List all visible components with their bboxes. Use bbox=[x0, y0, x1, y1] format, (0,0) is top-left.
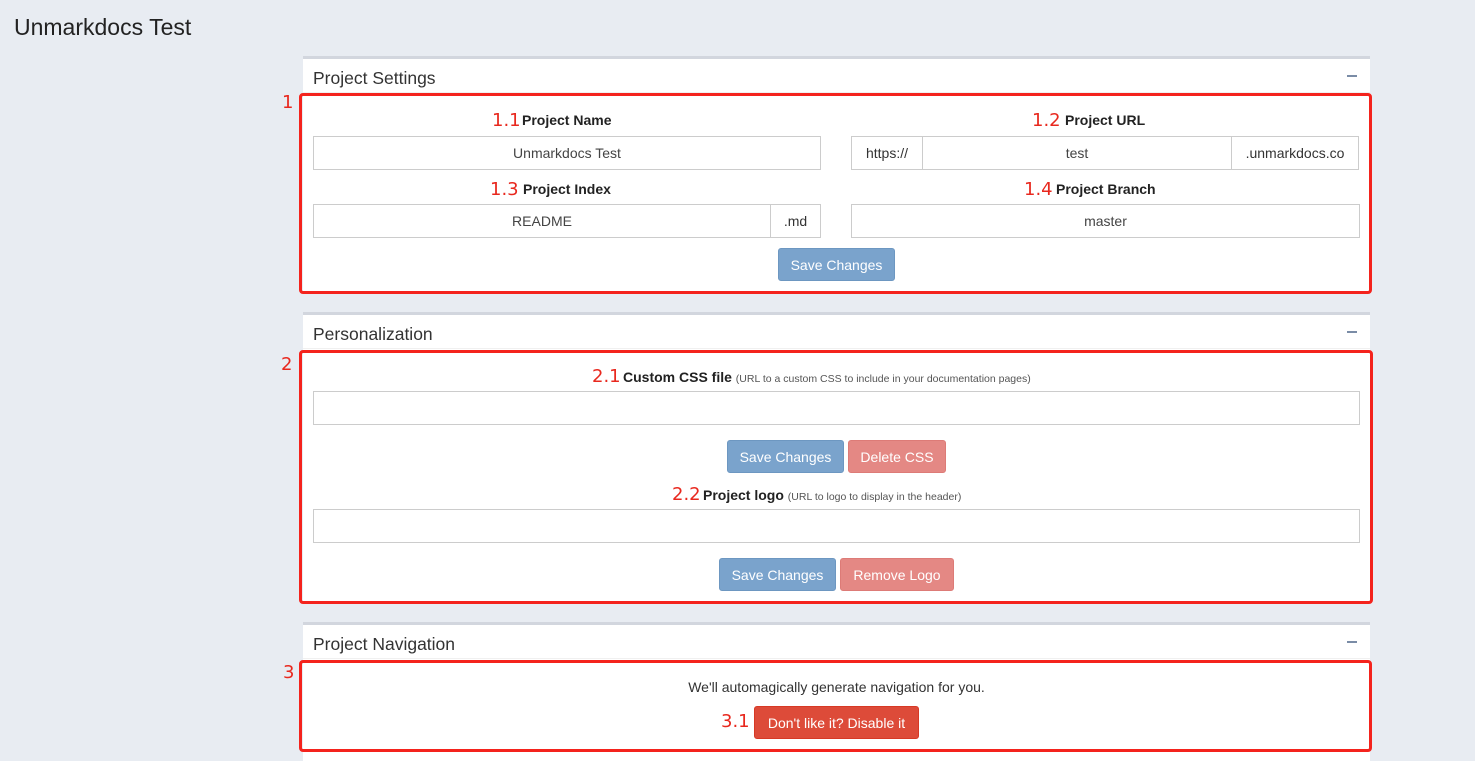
annotation-marker: 1.2 bbox=[1032, 110, 1061, 131]
project-url-input[interactable] bbox=[922, 136, 1232, 170]
custom-css-label: Custom CSS file (URL to a custom CSS to … bbox=[623, 369, 1031, 385]
url-suffix-addon: .unmarkdocs.co bbox=[1231, 136, 1359, 170]
collapse-icon[interactable] bbox=[1347, 75, 1357, 77]
project-name-label: Project Name bbox=[522, 112, 612, 128]
project-settings-title: Project Settings bbox=[313, 68, 436, 88]
personalization-header: Personalization bbox=[303, 315, 1370, 349]
remove-logo-button[interactable]: Remove Logo bbox=[840, 558, 954, 591]
index-suffix-addon: .md bbox=[770, 204, 821, 238]
custom-css-label-text: Custom CSS file bbox=[623, 369, 732, 385]
personalization-title: Personalization bbox=[313, 324, 433, 344]
disable-navigation-button[interactable]: Don't like it? Disable it bbox=[754, 706, 919, 739]
save-changes-button[interactable]: Save Changes bbox=[778, 248, 895, 281]
annotation-marker: 2 bbox=[281, 354, 293, 375]
custom-css-input[interactable] bbox=[313, 391, 1360, 425]
annotation-marker: 3.1 bbox=[721, 711, 750, 732]
project-branch-input[interactable] bbox=[851, 204, 1360, 238]
annotation-marker: 3 bbox=[283, 662, 295, 683]
project-branch-label: Project Branch bbox=[1056, 181, 1156, 197]
navigation-message: We'll automagically generate navigation … bbox=[688, 679, 985, 695]
custom-css-hint: (URL to a custom CSS to include in your … bbox=[735, 373, 1031, 385]
annotation-marker: 1 bbox=[282, 92, 294, 113]
project-logo-input[interactable] bbox=[313, 509, 1360, 543]
annotation-marker: 2.2 bbox=[672, 484, 701, 505]
project-navigation-header: Project Navigation bbox=[303, 625, 1370, 659]
project-index-label: Project Index bbox=[523, 181, 611, 197]
annotation-marker: 1.4 bbox=[1024, 179, 1053, 200]
page-title: Unmarkdocs Test bbox=[14, 14, 192, 40]
save-css-button[interactable]: Save Changes bbox=[727, 440, 844, 473]
annotation-marker: 1.3 bbox=[490, 179, 519, 200]
collapse-icon[interactable] bbox=[1347, 331, 1357, 333]
project-settings-header: Project Settings bbox=[303, 59, 1370, 93]
collapse-icon[interactable] bbox=[1347, 641, 1357, 643]
save-logo-button[interactable]: Save Changes bbox=[719, 558, 836, 591]
project-logo-label: Project logo (URL to logo to display in … bbox=[703, 487, 961, 503]
project-name-input[interactable] bbox=[313, 136, 821, 170]
project-logo-hint: (URL to logo to display in the header) bbox=[787, 491, 962, 503]
annotation-marker: 2.1 bbox=[592, 366, 621, 387]
project-logo-label-text: Project logo bbox=[703, 487, 784, 503]
delete-css-button[interactable]: Delete CSS bbox=[848, 440, 946, 473]
project-index-input[interactable] bbox=[313, 204, 771, 238]
project-navigation-title: Project Navigation bbox=[313, 634, 456, 654]
project-url-label: Project URL bbox=[1065, 112, 1146, 128]
annotation-marker: 1.1 bbox=[492, 110, 521, 131]
url-prefix-addon: https:// bbox=[851, 136, 923, 170]
